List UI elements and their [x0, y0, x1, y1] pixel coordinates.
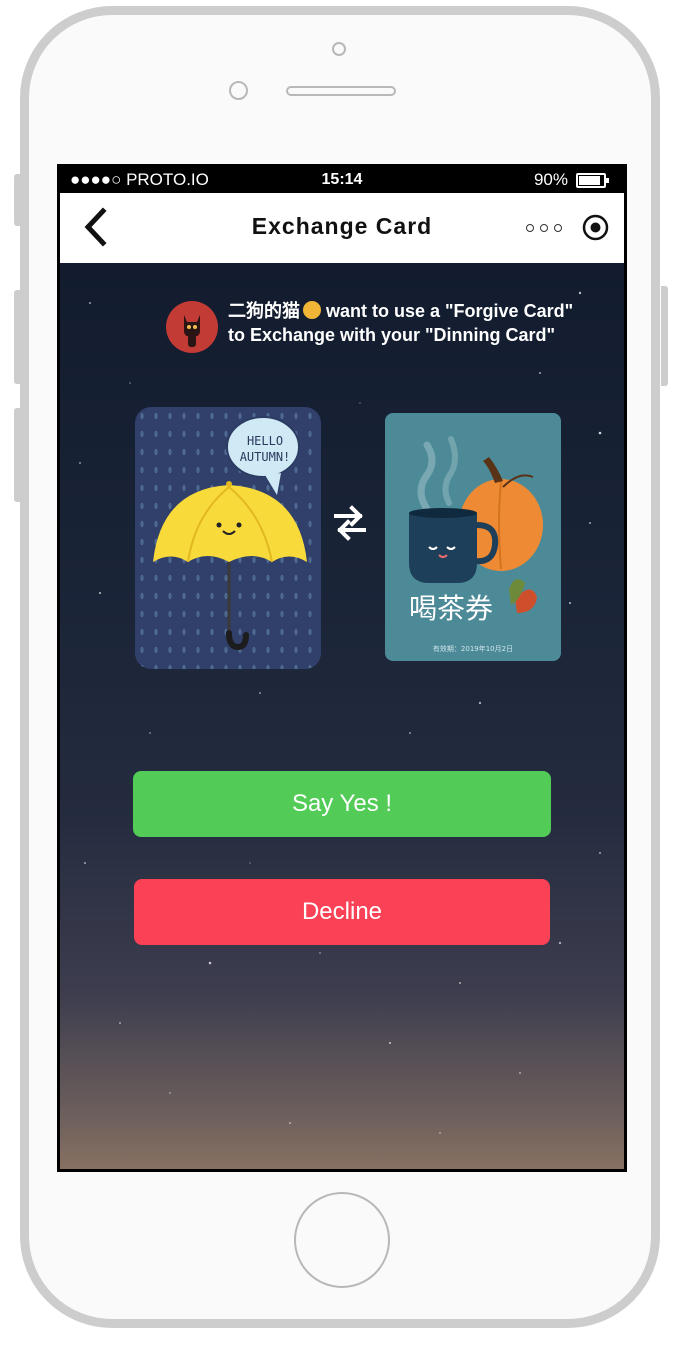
- nav-bar: Exchange Card: [60, 193, 624, 263]
- screen: ●●●●○ PROTO.IO 15:14 90% Exchange Card 二…: [57, 164, 627, 1172]
- request-line-2: to Exchange with your "Dinning Card": [228, 325, 556, 345]
- proximity-sensor: [229, 81, 248, 100]
- starfield-background: [79, 291, 602, 1134]
- close-miniprogram-icon[interactable]: [582, 214, 609, 241]
- tea-card-validity: 有效期：2019年10月2日: [433, 644, 513, 653]
- bubble-line-2: AUTUMN!: [240, 450, 291, 464]
- battery-percent: 90%: [533, 170, 568, 189]
- requested-card-tea[interactable]: 喝茶券 有效期：2019年10月2日: [385, 413, 561, 661]
- bubble-line-1: HELLO: [247, 434, 283, 448]
- more-options-icon[interactable]: [526, 218, 572, 238]
- tea-card-title: 喝茶券: [409, 592, 493, 625]
- sender-name[interactable]: 二狗的猫: [228, 301, 300, 321]
- cat-emoji-icon: [303, 301, 321, 319]
- exchange-content: 二狗的猫 want to use a "Forgive Card" to Exc…: [60, 263, 624, 1169]
- battery-status: 90%: [533, 170, 609, 190]
- front-camera: [332, 42, 346, 56]
- cat-avatar-icon: [184, 315, 200, 347]
- back-button[interactable]: [74, 205, 118, 249]
- request-text: 二狗的猫 want to use a "Forgive Card" to Exc…: [228, 299, 573, 347]
- avatar[interactable]: [166, 301, 218, 353]
- decline-button[interactable]: Decline: [134, 879, 550, 945]
- umbrella-illustration: HELLO AUTUMN!: [135, 407, 321, 669]
- home-button[interactable]: [294, 1192, 390, 1288]
- volume-down-button: [14, 408, 21, 502]
- earpiece-speaker: [286, 86, 396, 96]
- status-bar: ●●●●○ PROTO.IO 15:14 90%: [60, 167, 624, 193]
- power-button: [661, 286, 668, 386]
- accept-button[interactable]: Say Yes !: [133, 771, 551, 837]
- request-line-1: want to use a "Forgive Card": [321, 301, 574, 321]
- tea-pumpkin-illustration: 喝茶券 有效期：2019年10月2日: [409, 436, 543, 653]
- volume-up-button: [14, 290, 21, 384]
- exchange-request-message: 二狗的猫 want to use a "Forgive Card" to Exc…: [166, 299, 606, 355]
- offered-card-forgive[interactable]: HELLO AUTUMN!: [135, 407, 321, 669]
- battery-icon: [576, 172, 609, 188]
- chevron-left-icon: [84, 207, 107, 247]
- swap-arrows-icon: [330, 501, 370, 545]
- mute-switch: [14, 174, 21, 226]
